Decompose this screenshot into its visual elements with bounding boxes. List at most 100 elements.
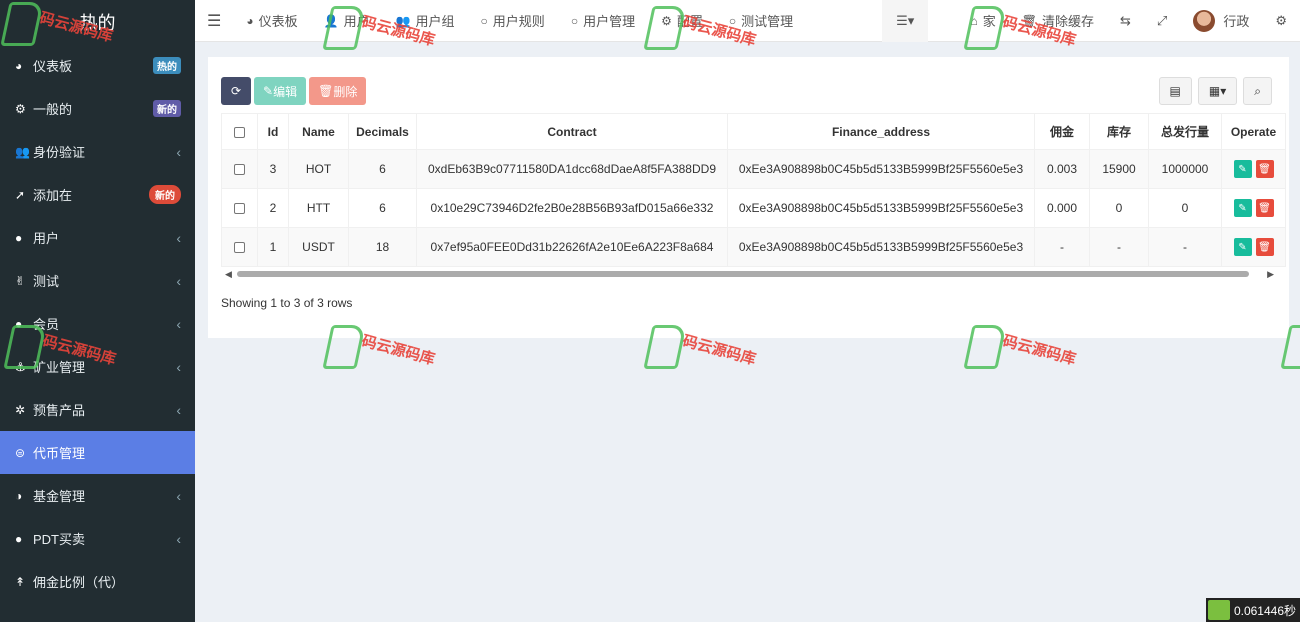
sidebar-item-label: 会员 bbox=[33, 317, 60, 332]
table-row[interactable]: 3 HOT 6 0xdEb63B9c07711580DA1dcc68dDaeA8f5F… bbox=[221, 149, 1286, 189]
cell-finance_address: 0xEe3A908898b0C45b5d5133B5999Bf25F5560e5… bbox=[727, 227, 1035, 267]
row-checkbox[interactable] bbox=[234, 164, 245, 176]
file-icon: ▤ bbox=[1169, 84, 1181, 98]
top-tab-6[interactable]: ○ 测试管理 bbox=[716, 0, 806, 42]
sidebar-item-2[interactable]: 👥 身份验证 ‹ bbox=[0, 130, 195, 173]
row-select-cell bbox=[221, 227, 258, 267]
sidebar-item-label: 身份验证 bbox=[33, 145, 86, 160]
fullscreen-button[interactable]: ⤢ bbox=[1144, 0, 1180, 42]
circle-icon: ○ bbox=[570, 13, 579, 28]
row-edit-button[interactable]: ✎ bbox=[1233, 199, 1252, 217]
circle-icon: ○ bbox=[728, 13, 737, 28]
cell-operate: ✎ 🗑 bbox=[1221, 149, 1286, 189]
sidebar-item-3[interactable]: ➚ 添加在 新的 bbox=[0, 173, 195, 216]
col-decimals[interactable]: Decimals bbox=[348, 113, 417, 150]
cell-decimals: 6 bbox=[348, 149, 417, 189]
row-edit-button[interactable]: ✎ bbox=[1233, 238, 1252, 256]
user-icon: 👤 bbox=[323, 13, 339, 28]
col-contract[interactable]: Contract bbox=[416, 113, 728, 150]
anchor-icon: ⚓ bbox=[15, 359, 26, 374]
top-tab-label: 用户规则 bbox=[492, 14, 545, 29]
sidebar-menu: ◕ 仪表板 热的 ⚙ 一般的 新的 👥 身份验证 ‹ ➚ 添加在 新的 ● 用户 ‹ ✌ 测试 ‹ ● 会员 ‹ ⚓ 矿业管… bbox=[0, 44, 195, 603]
col-finance-address[interactable]: Finance_address bbox=[727, 113, 1035, 150]
sidebar-item-8[interactable]: ✲ 预售产品 ‹ bbox=[0, 388, 195, 431]
table-toolbar: ⟳ ✎ 编辑 🗑 删除 bbox=[221, 77, 367, 105]
timer-badge: 0.061446秒 bbox=[1205, 598, 1300, 622]
col-id[interactable]: Id bbox=[257, 113, 289, 150]
clear-cache-label: 清除缓存 bbox=[1042, 14, 1095, 29]
cell-total: - bbox=[1148, 227, 1222, 267]
top-tab-4[interactable]: ○ 用户管理 bbox=[558, 0, 648, 42]
row-delete-button[interactable]: 🗑 bbox=[1255, 238, 1274, 256]
horizontal-scrollbar[interactable]: ◀ ▶ bbox=[223, 269, 1276, 279]
sidebar: 热的 ◕ 仪表板 热的 ⚙ 一般的 新的 👥 身份验证 ‹ ➚ 添加在 新的 ● 用户 ‹ ✌ 测试 ‹ ● 会员 ‹ ⚓… bbox=[0, 0, 195, 622]
rocket-icon: ➚ bbox=[15, 187, 26, 202]
cell-commission: 0.000 bbox=[1034, 188, 1090, 228]
col-name[interactable]: Name bbox=[288, 113, 349, 150]
top-tab-label: 用户 bbox=[343, 14, 370, 29]
row-delete-button[interactable]: 🗑 bbox=[1255, 160, 1274, 178]
user-circle-icon: ● bbox=[15, 230, 23, 245]
sidebar-item-10[interactable]: ◑ 基金管理 ‹ bbox=[0, 474, 195, 517]
cell-stock: 0 bbox=[1089, 188, 1149, 228]
scroll-right-icon[interactable]: ▶ bbox=[1267, 269, 1274, 280]
sidebar-item-0[interactable]: ◕ 仪表板 热的 bbox=[0, 44, 195, 87]
export-button[interactable]: ▤ bbox=[1158, 77, 1192, 105]
col-commission[interactable]: 佣金 bbox=[1034, 113, 1090, 150]
sidebar-item-6[interactable]: ● 会员 ‹ bbox=[0, 302, 195, 345]
top-tab-0[interactable]: ◕ 仪表板 bbox=[233, 0, 310, 42]
columns-button[interactable]: ▦▾ bbox=[1197, 77, 1238, 105]
sidebar-item-label: 一般的 bbox=[33, 102, 73, 117]
top-tab-3[interactable]: ○ 用户规则 bbox=[468, 0, 558, 42]
refresh-button[interactable]: ⟳ bbox=[221, 77, 251, 105]
top-tab-label: 用户管理 bbox=[583, 14, 636, 29]
user-menu[interactable]: 行政 bbox=[1180, 0, 1262, 42]
col-stock[interactable]: 库存 bbox=[1089, 113, 1149, 150]
language-button[interactable]: ⇆ bbox=[1107, 0, 1144, 42]
row-checkbox[interactable] bbox=[234, 242, 245, 254]
menu-badge: 热的 bbox=[153, 57, 181, 74]
search-button[interactable]: ⌕ bbox=[1243, 77, 1272, 105]
cell-name: USDT bbox=[288, 227, 349, 267]
home-link[interactable]: ⌂ 家 bbox=[958, 0, 1009, 42]
cell-contract: 0xdEb63B9c07711580DA1dcc68dDaeA8f5FA388D… bbox=[416, 149, 728, 189]
row-checkbox[interactable] bbox=[234, 203, 245, 215]
sidebar-item-1[interactable]: ⚙ 一般的 新的 bbox=[0, 87, 195, 130]
settings-button[interactable]: ⚙ bbox=[1262, 0, 1300, 42]
sidebar-item-7[interactable]: ⚓ 矿业管理 ‹ bbox=[0, 345, 195, 388]
sidebar-item-label: 基金管理 bbox=[33, 489, 86, 504]
delete-button[interactable]: 🗑 删除 bbox=[309, 77, 367, 105]
users-icon: 👥 bbox=[395, 13, 411, 28]
top-tab-2[interactable]: 👥 用户组 bbox=[383, 0, 468, 42]
table-row[interactable]: 2 HTT 6 0x10e29C73946D2fe2B0e28B56B93afD015… bbox=[221, 188, 1286, 228]
row-delete-button[interactable]: 🗑 bbox=[1255, 199, 1274, 217]
chevron-left-icon: ‹ bbox=[176, 143, 181, 160]
cogs-icon: ⚙ bbox=[15, 101, 26, 116]
sidebar-item-4[interactable]: ● 用户 ‹ bbox=[0, 216, 195, 259]
col-total[interactable]: 总发行量 bbox=[1148, 113, 1222, 150]
row-edit-button[interactable]: ✎ bbox=[1233, 160, 1252, 178]
sidebar-toggle-icon[interactable]: ☰ bbox=[195, 0, 233, 42]
clear-cache-button[interactable]: 🗑 清除缓存 bbox=[1009, 0, 1107, 42]
chevron-left-icon: ‹ bbox=[176, 358, 181, 375]
trade-icon: ● bbox=[15, 531, 23, 546]
app-logo[interactable]: 热的 bbox=[0, 0, 195, 44]
cell-decimals: 6 bbox=[348, 188, 417, 228]
top-tab-5[interactable]: ⚙ 配置 bbox=[648, 0, 716, 42]
top-tab-1[interactable]: 👤 用户 bbox=[311, 0, 383, 42]
edit-button[interactable]: ✎ 编辑 bbox=[254, 77, 307, 105]
sidebar-item-11[interactable]: ● PDT买卖 ‹ bbox=[0, 517, 195, 560]
scrollbar-thumb[interactable] bbox=[237, 271, 1249, 277]
pencil-icon: ✎ bbox=[1238, 163, 1247, 175]
chevron-left-icon: ‹ bbox=[176, 229, 181, 246]
scroll-left-icon[interactable]: ◀ bbox=[225, 269, 232, 280]
translate-icon: ⇆ bbox=[1120, 12, 1131, 28]
sidebar-item-9[interactable]: ⊜ 代币管理 bbox=[0, 431, 195, 474]
select-all-checkbox[interactable] bbox=[234, 126, 245, 138]
table-row[interactable]: 1 USDT 18 0x7ef95a0FEE0Dd31b22626fA2e10Ee6A… bbox=[221, 227, 1286, 267]
sidebar-item-5[interactable]: ✌ 测试 ‹ bbox=[0, 259, 195, 302]
chevron-left-icon: ‹ bbox=[176, 487, 181, 504]
more-menu-dropdown[interactable]: ☰▾ bbox=[882, 0, 929, 42]
sidebar-item-12[interactable]: ↟ 佣金比例（代） bbox=[0, 560, 195, 603]
gear-icon: ⚙ bbox=[1275, 12, 1287, 28]
